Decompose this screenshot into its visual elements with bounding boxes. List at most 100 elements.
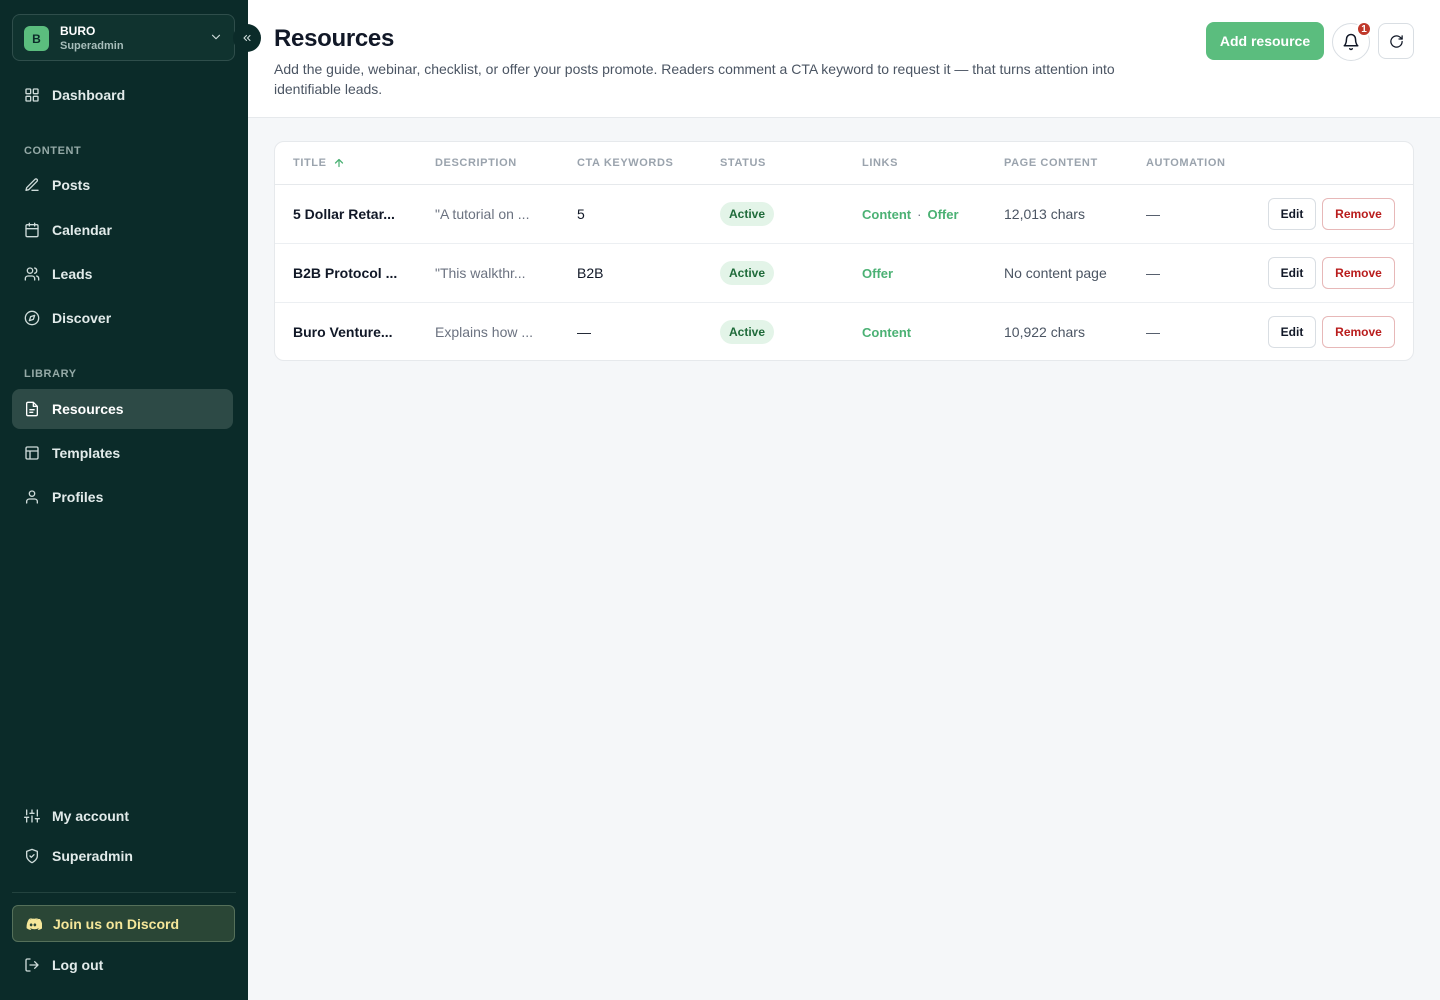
status-cell: Active <box>720 303 775 360</box>
links-cell: Offer <box>862 244 893 302</box>
column-header-page-content[interactable]: PAGE CONTENT <box>1004 157 1098 169</box>
bell-icon <box>1343 33 1359 51</box>
content-link[interactable]: Content <box>862 325 911 340</box>
user-icon <box>26 490 38 504</box>
discord-button[interactable]: Join us on Discord <box>12 905 235 942</box>
table-row[interactable]: B2B Protocol ... "This walkthr... B2B Ac… <box>275 244 1413 303</box>
calendar-icon <box>25 222 39 238</box>
status-cell: Active <box>720 185 775 243</box>
users-icon <box>24 267 40 281</box>
sidebar-item-label: Superadmin <box>52 848 133 864</box>
sidebar-divider <box>12 892 236 893</box>
page-content-size: 10,922 chars <box>1004 324 1085 340</box>
sidebar-item-discover[interactable]: Discover <box>12 298 233 338</box>
sidebar-item-posts[interactable]: Posts <box>12 165 233 205</box>
column-header-label: TITLE <box>293 157 327 169</box>
workspace-name: BURO <box>60 24 96 38</box>
refresh-button[interactable] <box>1378 23 1414 59</box>
resource-cta-keyword: — <box>577 324 591 340</box>
edit-button[interactable]: Edit <box>1268 198 1316 230</box>
document-icon <box>26 401 38 417</box>
links-cell: Content · Offer <box>862 185 959 243</box>
sidebar-item-my-account[interactable]: My account <box>12 796 233 836</box>
page-description: Add the guide, webinar, checklist, or of… <box>274 61 1115 97</box>
add-resource-button[interactable]: Add resource <box>1206 22 1324 60</box>
column-header-automation[interactable]: AUTOMATION <box>1146 157 1226 169</box>
status-cell: Active <box>720 244 775 302</box>
resources-table: TITLE DESCRIPTION CTA KEYWORDS STATUS LI… <box>274 141 1414 361</box>
status-badge: Active <box>720 261 775 285</box>
shield-icon <box>26 848 38 864</box>
sidebar-item-profiles[interactable]: Profiles <box>12 477 233 517</box>
links-cell: Content <box>862 303 911 360</box>
sidebar-item-label: Dashboard <box>52 87 126 103</box>
remove-button[interactable]: Remove <box>1322 257 1395 289</box>
sidebar: B BURO Superadmin Dashboard CONTENT Post… <box>0 0 248 1000</box>
compass-icon <box>24 310 40 326</box>
grid-icon <box>25 88 39 102</box>
sidebar-item-label: Log out <box>52 957 104 973</box>
sidebar-item-label: Posts <box>52 177 91 193</box>
resource-cta-keyword: B2B <box>577 265 604 281</box>
table-row[interactable]: 5 Dollar Retar... "A tutorial on ... 5 A… <box>275 185 1413 244</box>
resource-title[interactable]: B2B Protocol ... <box>293 244 405 302</box>
pencil-icon <box>25 178 39 191</box>
column-header-links[interactable]: LINKS <box>862 157 898 169</box>
sidebar-item-label: Resources <box>52 401 124 417</box>
resource-description: Explains how ... <box>435 324 534 340</box>
edit-button[interactable]: Edit <box>1268 257 1316 289</box>
logout-icon <box>25 958 39 972</box>
table-header: TITLE DESCRIPTION CTA KEYWORDS STATUS LI… <box>275 142 1413 185</box>
resource-title[interactable]: 5 Dollar Retar... <box>293 185 405 243</box>
column-header-status[interactable]: STATUS <box>720 157 766 169</box>
column-header-cta-keywords[interactable]: CTA KEYWORDS <box>577 157 673 169</box>
resource-description: "This walkthr... <box>435 265 526 281</box>
resource-cta-keyword: 5 <box>577 206 585 222</box>
automation-value: — <box>1146 324 1160 340</box>
column-header-title[interactable]: TITLE <box>293 157 345 169</box>
sidebar-item-dashboard[interactable]: Dashboard <box>12 75 233 115</box>
page-content-size: 12,013 chars <box>1004 206 1085 222</box>
offer-link[interactable]: Offer <box>862 266 893 281</box>
content-link[interactable]: Content <box>862 207 911 222</box>
sort-ascending-icon <box>334 158 343 168</box>
sliders-icon <box>24 809 40 823</box>
sidebar-item-logout[interactable]: Log out <box>12 945 233 985</box>
offer-link[interactable]: Offer <box>927 207 958 222</box>
refresh-icon <box>1389 34 1403 48</box>
sidebar-item-superadmin[interactable]: Superadmin <box>12 836 233 876</box>
page-header: Resources Add the guide, webinar, checkl… <box>248 0 1440 118</box>
workspace-switcher[interactable]: B BURO Superadmin <box>12 14 235 61</box>
section-label-content: CONTENT <box>24 145 82 157</box>
layout-icon <box>25 446 39 460</box>
workspace-role: Superadmin <box>60 40 124 52</box>
chevrons-left-icon <box>243 34 251 42</box>
chevron-down-icon <box>211 34 221 40</box>
sidebar-item-calendar[interactable]: Calendar <box>12 210 233 250</box>
discord-label: Join us on Discord <box>53 915 180 932</box>
sidebar-item-label: Leads <box>52 266 93 282</box>
sidebar-item-label: Calendar <box>52 222 112 238</box>
sidebar-item-resources[interactable]: Resources <box>12 389 233 429</box>
edit-button[interactable]: Edit <box>1268 316 1316 348</box>
sidebar-item-label: Templates <box>52 445 121 461</box>
sidebar-item-templates[interactable]: Templates <box>12 433 233 473</box>
status-badge: Active <box>720 202 775 226</box>
resource-title[interactable]: Buro Venture... <box>293 303 405 360</box>
column-header-description[interactable]: DESCRIPTION <box>435 157 517 169</box>
table-row[interactable]: Buro Venture... Explains how ... — Activ… <box>275 303 1413 360</box>
workspace-logo: B <box>24 26 49 51</box>
section-label-library: LIBRARY <box>24 368 77 380</box>
status-badge: Active <box>720 320 775 344</box>
sidebar-item-label: My account <box>52 808 130 824</box>
sidebar-item-leads[interactable]: Leads <box>12 254 233 294</box>
sidebar-item-label: Profiles <box>52 489 104 505</box>
remove-button[interactable]: Remove <box>1322 198 1395 230</box>
automation-value: — <box>1146 265 1160 281</box>
resource-description: "A tutorial on ... <box>435 206 530 222</box>
remove-button[interactable]: Remove <box>1322 316 1395 348</box>
discord-icon <box>26 917 42 930</box>
automation-value: — <box>1146 206 1160 222</box>
sidebar-item-label: Discover <box>52 310 112 326</box>
collapse-sidebar-button[interactable] <box>233 24 261 52</box>
